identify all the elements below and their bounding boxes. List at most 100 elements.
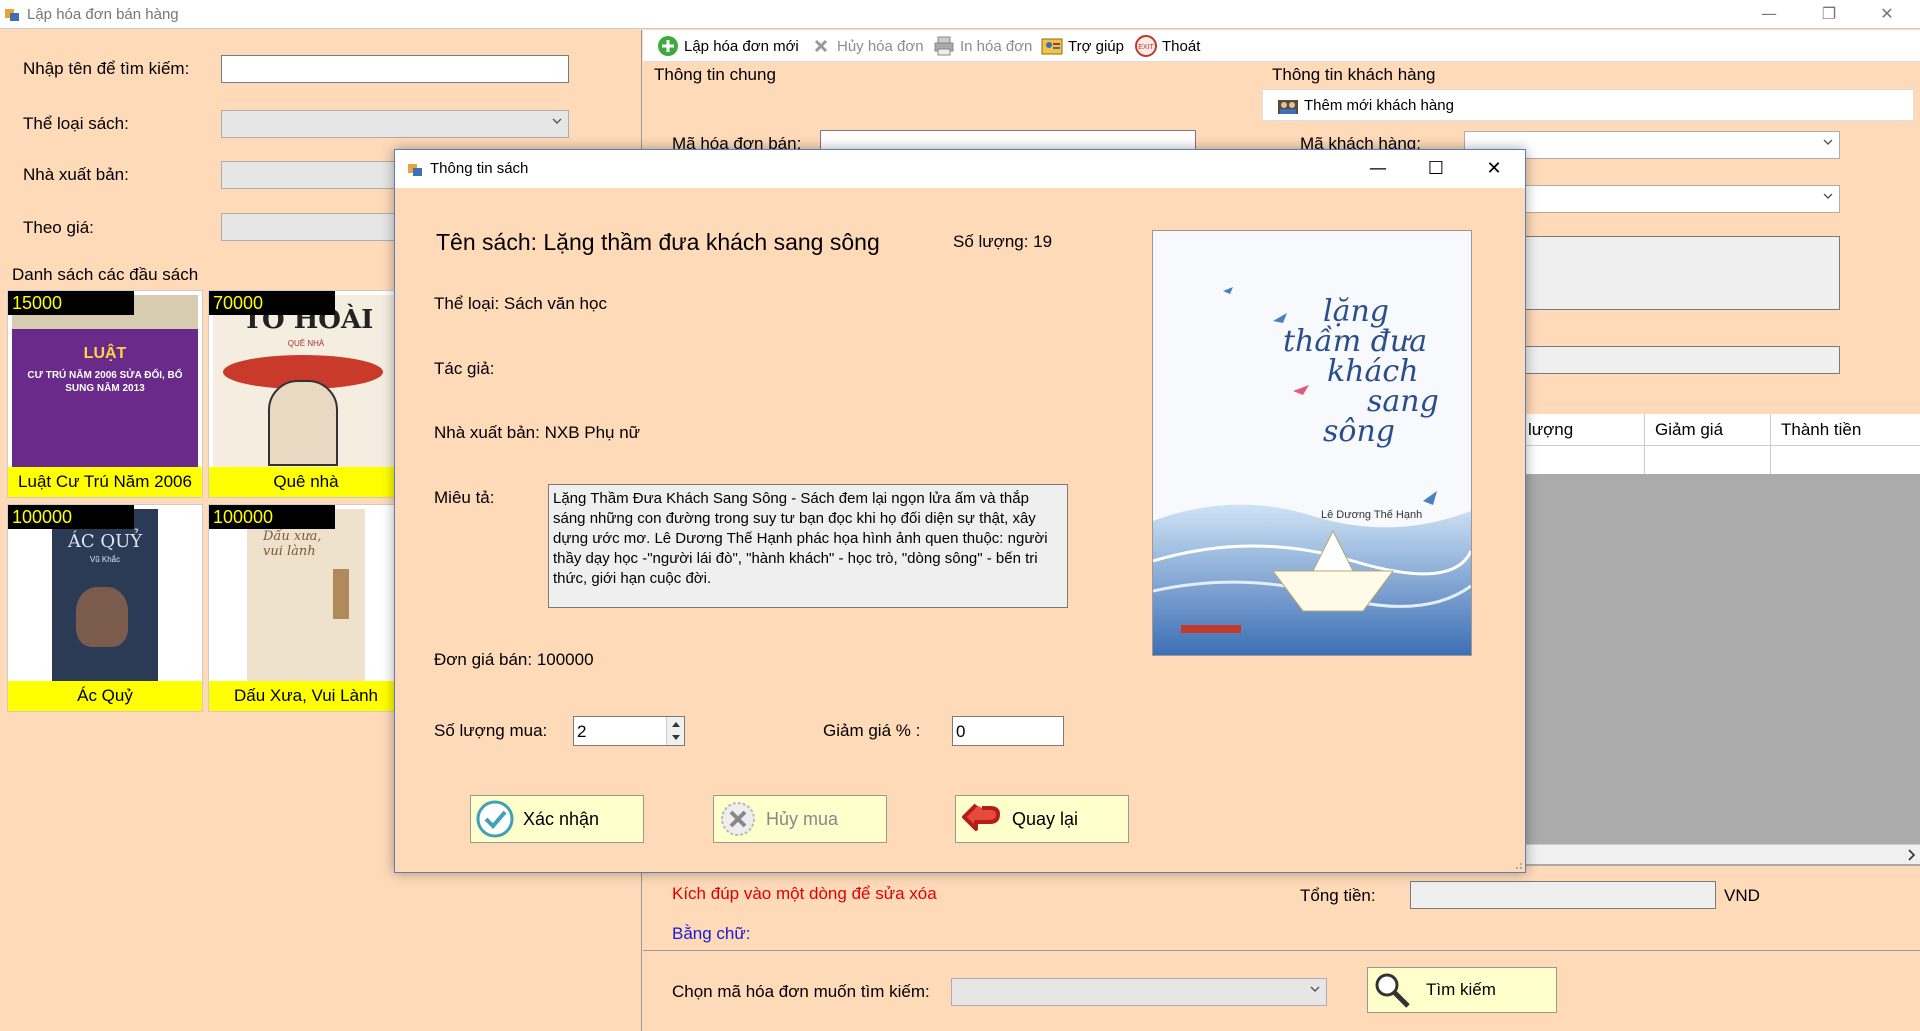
confirm-label: Xác nhận	[523, 808, 600, 829]
book-name: Quê nhà	[209, 467, 403, 497]
close-icon	[814, 39, 828, 53]
add-customer-button[interactable]: Thêm mới khách hàng	[1277, 93, 1454, 117]
buy-quantity-stepper[interactable]: 2	[573, 716, 685, 746]
add-customer-label: Thêm mới khách hàng	[1304, 96, 1454, 114]
customer-info-title: Thông tin khách hàng	[1272, 65, 1436, 84]
column-header-discount: Giảm giá	[1655, 420, 1724, 439]
book-card[interactable]: Dấu xưa, vui lành 100000 Dấu Xưa, Vui Là…	[208, 504, 404, 712]
minimize-button[interactable]: —	[1740, 0, 1798, 29]
description-field[interactable]: Lặng Thầm Đưa Khách Sang Sông - Sách đem…	[548, 484, 1068, 608]
new-invoice-label: Lập hóa đơn mới	[684, 37, 799, 55]
book-info-dialog: Thông tin sách — ☐ ✕ Tên sách: Lặng thầm…	[394, 149, 1526, 873]
book-title: Tên sách: Lặng thầm đưa khách sang sông	[436, 229, 880, 255]
discount-label: Giảm giá % :	[823, 721, 921, 740]
amount-in-words-label: Bằng chữ:	[672, 924, 751, 943]
users-icon	[1278, 100, 1298, 114]
print-invoice-button[interactable]: In hóa đơn	[933, 34, 1032, 58]
book-price: 100000	[209, 505, 335, 529]
check-icon	[476, 800, 514, 838]
add-icon	[658, 36, 678, 56]
app-icon	[408, 164, 422, 176]
category-select[interactable]	[221, 110, 569, 138]
discount-value: 0	[956, 722, 966, 741]
book-cover-subtitle: CƯ TRÚ NĂM 2006 SỬA ĐỔI, BỔ SUNG NĂM 201…	[27, 370, 183, 394]
main-titlebar: Lập hóa đơn bán hàng — ❐ ✕	[0, 0, 1920, 29]
stepper-up-button[interactable]	[666, 717, 684, 731]
book-cover: TÔ HOÀI QUÊ NHÀ	[213, 295, 399, 467]
back-button[interactable]: Quay lại	[955, 795, 1129, 843]
book-price: 100000	[8, 505, 134, 529]
chevron-down-icon	[1823, 193, 1833, 199]
discount-field[interactable]: 0	[952, 716, 1064, 746]
cancel-invoice-button[interactable]: Hủy hóa đơn	[810, 34, 924, 58]
printer-icon	[934, 36, 954, 56]
cancel-purchase-label: Hủy mua	[766, 808, 839, 829]
dialog-maximize-button[interactable]: ☐	[1407, 150, 1465, 188]
chevron-down-icon	[672, 735, 680, 740]
publisher-select[interactable]	[221, 161, 401, 189]
search-invoice-label: Tìm kiếm	[1426, 980, 1496, 999]
main-window-title: Lập hóa đơn bán hàng	[27, 6, 179, 23]
chevron-right-icon	[1908, 849, 1916, 861]
total-field	[1410, 881, 1716, 909]
confirm-button[interactable]: Xác nhận	[470, 795, 644, 843]
book-cover-text: LUẬT	[83, 345, 127, 362]
cancel-invoice-label: Hủy hóa đơn	[837, 37, 924, 55]
book-price: 70000	[209, 291, 335, 315]
price-select[interactable]	[221, 213, 401, 241]
chevron-down-icon	[1310, 986, 1320, 992]
book-card[interactable]: LUẬT CƯ TRÚ NĂM 2006 SỬA ĐỔI, BỔ SUNG NĂ…	[7, 290, 203, 498]
column-header-total: Thành tiền	[1781, 420, 1862, 439]
book-card[interactable]: TÔ HOÀI QUÊ NHÀ 70000 Quê nhà	[208, 290, 404, 498]
search-name-label: Nhập tên để tìm kiếm:	[23, 59, 190, 78]
book-card[interactable]: ÁC QUỶ Vũ Khắc 100000 Ác Quỷ	[7, 504, 203, 712]
grid-header: lượng Giảm giá Thành tiền	[1524, 414, 1920, 446]
book-publisher: Nhà xuất bản: NXB Phụ nữ	[434, 423, 641, 442]
back-arrow-icon	[962, 803, 1000, 831]
cover-title-line: sang	[1367, 384, 1439, 419]
unit-price: Đơn giá bán: 100000	[434, 650, 594, 669]
cover-title: lặng thầm đưa khách sang sông	[1283, 297, 1463, 447]
currency-label: VND	[1724, 886, 1760, 905]
help-button[interactable]: Trợ giúp	[1041, 34, 1124, 58]
edit-hint: Kích đúp vào một dòng để sửa xóa	[672, 884, 937, 903]
print-invoice-label: In hóa đơn	[960, 37, 1033, 55]
exit-button[interactable]: EXIT Thoát	[1135, 34, 1200, 58]
chevron-down-icon	[1823, 139, 1833, 145]
stock-quantity: Số lượng: 19	[953, 232, 1053, 251]
book-cover: ÁC QUỶ Vũ Khắc	[12, 509, 198, 681]
help-icon	[1041, 38, 1063, 55]
chevron-up-icon	[672, 722, 680, 727]
search-invoice-button[interactable]: Tìm kiếm	[1367, 967, 1557, 1013]
search-name-input[interactable]	[221, 55, 569, 83]
description-label: Miêu tả:	[434, 488, 495, 507]
horizontal-scrollbar[interactable]	[1524, 844, 1920, 864]
book-cover-subtitle: Vũ Khắc	[89, 555, 121, 564]
close-button[interactable]: ✕	[1858, 0, 1916, 29]
back-label: Quay lại	[1012, 808, 1079, 829]
cover-author: Lê Dương Thế Hạnh	[1321, 509, 1423, 521]
new-invoice-button[interactable]: Lập hóa đơn mới	[657, 34, 799, 58]
cancel-purchase-button[interactable]: Hủy mua	[713, 795, 887, 843]
dialog-close-button[interactable]: ✕	[1465, 150, 1523, 188]
book-name: Luật Cư Trú Năm 2006	[8, 467, 202, 497]
book-name: Ác Quỷ	[8, 681, 202, 711]
buy-quantity-label: Số lượng mua:	[434, 721, 548, 740]
app-icon	[5, 9, 19, 21]
resize-grip-icon[interactable]	[1511, 858, 1523, 870]
book-cover-subtitle: QUÊ NHÀ	[287, 339, 325, 348]
stepper-down-button[interactable]	[666, 731, 684, 745]
main-toolbar: Lập hóa đơn mới Hủy hóa đơn In hóa đơn T…	[643, 30, 1920, 62]
general-info-title: Thông tin chung	[654, 65, 776, 84]
dialog-minimize-button[interactable]: —	[1349, 150, 1407, 188]
exit-label: Thoát	[1162, 37, 1201, 55]
invoice-select[interactable]	[951, 978, 1327, 1006]
dialog-titlebar: Thông tin sách — ☐ ✕	[395, 150, 1525, 188]
book-name: Dấu Xưa, Vui Lành	[209, 681, 403, 711]
price-label: Theo giá:	[23, 218, 94, 237]
restore-button[interactable]: ❐	[1800, 0, 1858, 29]
table-row[interactable]	[1524, 446, 1920, 474]
book-cover-text: ÁC QUỶ	[67, 531, 143, 552]
search-icon	[1375, 973, 1410, 1008]
invoice-grid[interactable]	[1524, 414, 1920, 866]
